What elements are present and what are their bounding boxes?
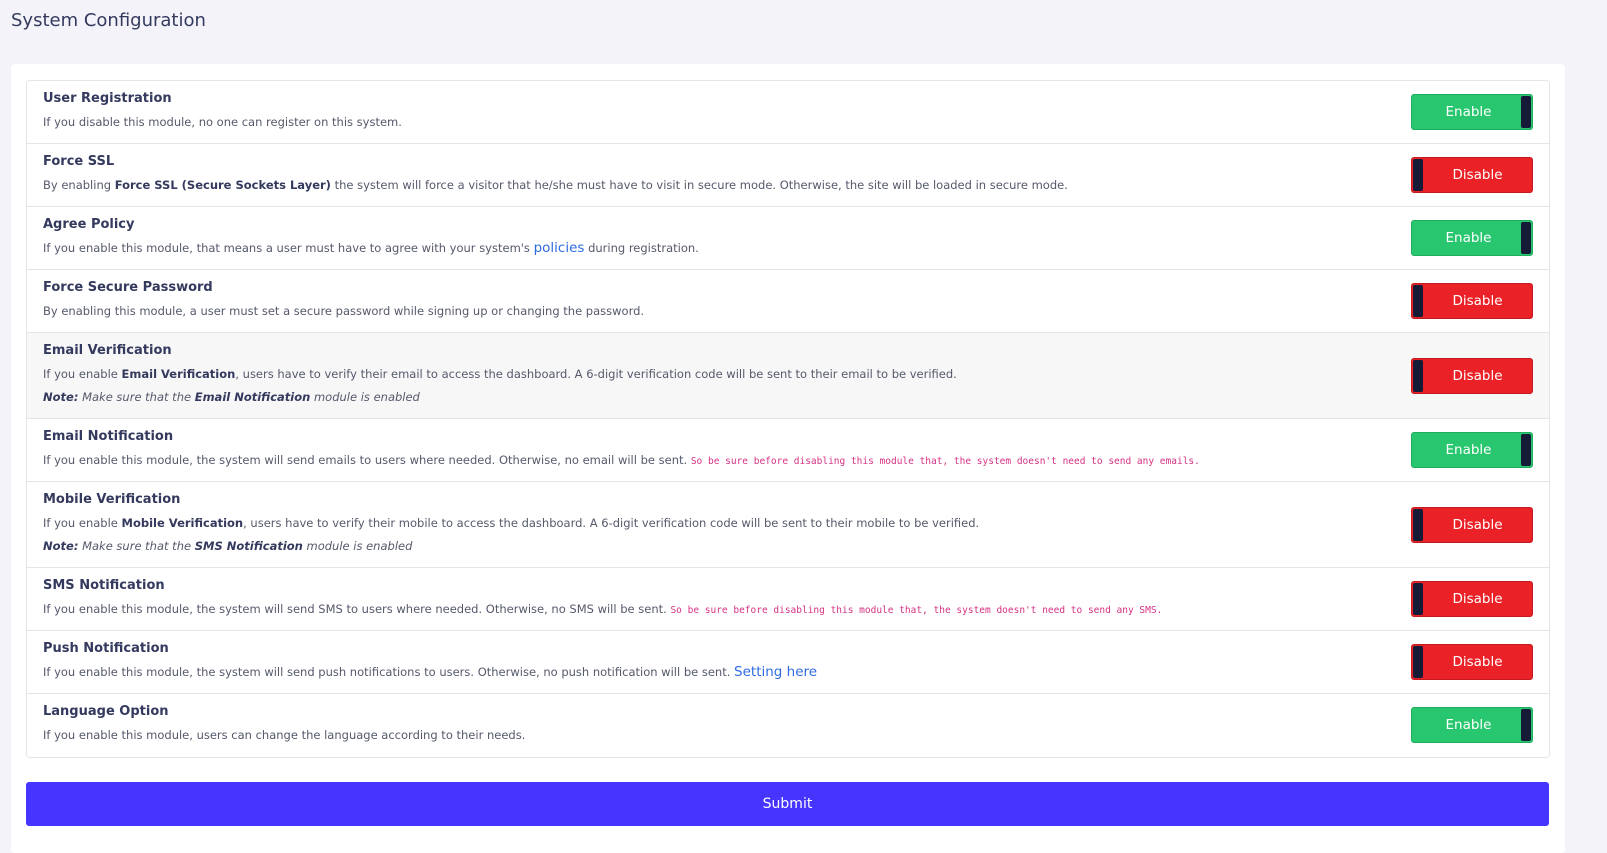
toggle-label: Disable [1452, 591, 1503, 607]
module-description: If you enable Email Verification, users … [43, 367, 957, 381]
toggle-knob [1521, 96, 1531, 128]
module-description: If you enable this module, users can cha… [43, 728, 526, 742]
agree-policy-toggle[interactable]: Enable [1411, 220, 1533, 256]
module-description: By enabling this module, a user must set… [43, 304, 645, 318]
toggle-knob [1521, 434, 1531, 466]
module-title: Email Notification [43, 429, 174, 444]
toggle-knob [1413, 159, 1423, 191]
toggle-knob [1413, 285, 1423, 317]
toggle-label: Disable [1452, 293, 1503, 309]
language-option-toggle[interactable]: Enable [1411, 707, 1533, 743]
module-list: User Registration If you disable this mo… [26, 80, 1550, 758]
sms-notification-toggle[interactable]: Disable [1411, 581, 1533, 617]
module-title: Email Verification [43, 343, 172, 358]
toggle-label: Disable [1452, 368, 1503, 384]
email-notification-toggle[interactable]: Enable [1411, 432, 1533, 468]
toggle-knob [1521, 222, 1531, 254]
module-title: Mobile Verification [43, 492, 181, 507]
module-agree-policy: Agree Policy If you enable this module, … [27, 207, 1549, 270]
module-description: If you enable this module, that means a … [43, 240, 699, 256]
policies-link[interactable]: policies [534, 240, 585, 256]
module-note: Note: Make sure that the SMS Notificatio… [43, 539, 413, 553]
module-mobile-verification: Mobile Verification If you enable Mobile… [27, 482, 1549, 568]
module-title: User Registration [43, 91, 172, 106]
module-description: If you enable this module, the system wi… [43, 664, 818, 680]
page-title: System Configuration [11, 10, 206, 31]
module-language-option: Language Option If you enable this modul… [27, 694, 1549, 757]
config-card: User Registration If you disable this mo… [11, 64, 1565, 853]
module-push-notification: Push Notification If you enable this mod… [27, 631, 1549, 694]
module-description: If you disable this module, no one can r… [43, 115, 402, 129]
module-description: If you enable Mobile Verification, users… [43, 516, 980, 530]
module-email-verification: Email Verification If you enable Email V… [27, 333, 1549, 419]
toggle-knob [1413, 583, 1423, 615]
force-ssl-toggle[interactable]: Disable [1411, 157, 1533, 193]
submit-button[interactable]: Submit [26, 782, 1549, 826]
module-force-secure-password: Force Secure Password By enabling this m… [27, 270, 1549, 333]
toggle-label: Disable [1452, 517, 1503, 533]
module-description: By enabling Force SSL (Secure Sockets La… [43, 178, 1068, 192]
module-force-ssl: Force SSL By enabling Force SSL (Secure … [27, 144, 1549, 207]
warning-code: So be sure before disabling this module … [670, 605, 1163, 616]
module-user-registration: User Registration If you disable this mo… [27, 81, 1549, 144]
toggle-label: Enable [1445, 230, 1492, 246]
module-title: Agree Policy [43, 217, 135, 232]
module-title: SMS Notification [43, 578, 165, 593]
toggle-knob [1413, 360, 1423, 392]
module-note: Note: Make sure that the Email Notificat… [43, 390, 420, 404]
module-title: Force Secure Password [43, 280, 213, 295]
push-notification-toggle[interactable]: Disable [1411, 644, 1533, 680]
mobile-verification-toggle[interactable]: Disable [1411, 507, 1533, 543]
toggle-knob [1521, 709, 1531, 741]
toggle-label: Enable [1445, 104, 1492, 120]
module-description: If you enable this module, the system wi… [43, 602, 1163, 616]
module-sms-notification: SMS Notification If you enable this modu… [27, 568, 1549, 631]
toggle-label: Disable [1452, 167, 1503, 183]
toggle-label: Enable [1445, 442, 1492, 458]
force-secure-password-toggle[interactable]: Disable [1411, 283, 1533, 319]
module-email-notification: Email Notification If you enable this mo… [27, 419, 1549, 482]
toggle-knob [1413, 509, 1423, 541]
email-verification-toggle[interactable]: Disable [1411, 358, 1533, 394]
module-description: If you enable this module, the system wi… [43, 453, 1200, 467]
toggle-label: Disable [1452, 654, 1503, 670]
module-title: Language Option [43, 704, 169, 719]
warning-code: So be sure before disabling this module … [690, 456, 1200, 467]
toggle-label: Enable [1445, 717, 1492, 733]
push-setting-link[interactable]: Setting here [734, 664, 817, 680]
module-title: Force SSL [43, 154, 115, 169]
toggle-knob [1413, 646, 1423, 678]
module-title: Push Notification [43, 641, 169, 656]
user-registration-toggle[interactable]: Enable [1411, 94, 1533, 130]
